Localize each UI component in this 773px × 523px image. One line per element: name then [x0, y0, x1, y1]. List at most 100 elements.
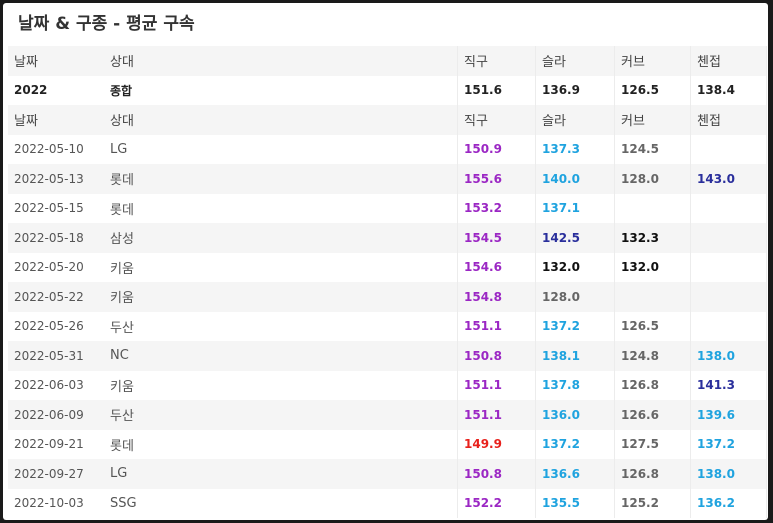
row-curve-speed: 126.8	[615, 459, 691, 489]
row-fastball-speed: 151.1	[458, 311, 536, 341]
row-changeup-speed	[691, 252, 767, 282]
row-opponent: 두산	[104, 311, 458, 341]
row-slider-speed: 138.1	[536, 341, 615, 371]
table-row: 2022-05-22 키움 154.8 128.0	[8, 282, 767, 312]
row-changeup-speed: 139.6	[691, 400, 767, 430]
row-date: 2022-05-26	[14, 319, 84, 334]
row-curve-speed: 124.5	[615, 134, 691, 164]
header-curve: 커브	[615, 46, 691, 76]
row-curve-speed: 128.0	[615, 164, 691, 194]
pitch-speed-panel: 날짜 & 구종 - 평균 구속 날짜 상대 직구 슬라 커브 첸접 2022 종…	[3, 3, 768, 520]
header-fastball: 직구	[458, 46, 536, 76]
table-row: 2022-05-15 롯데 153.2 137.1	[8, 193, 767, 223]
row-fastball-speed: 153.2	[458, 193, 536, 223]
row-slider-speed: 135.5	[536, 488, 615, 518]
row-curve-speed: 132.3	[615, 223, 691, 253]
table-row: 2022-06-03 키움 151.1 137.8 126.8 141.3	[8, 370, 767, 400]
row-changeup-speed	[691, 193, 767, 223]
row-opponent: 롯데	[104, 193, 458, 223]
row-changeup-speed	[691, 311, 767, 341]
row-slider-speed: 137.2	[536, 429, 615, 459]
row-opponent: 키움	[104, 282, 458, 312]
row-curve-speed: 125.2	[615, 488, 691, 518]
table-header-row: 날짜 상대 직구 슬라 커브 첸접	[8, 46, 767, 76]
row-opponent: 롯데	[104, 429, 458, 459]
table-row: 2022-05-26 두산 151.1 137.2 126.5	[8, 311, 767, 341]
table-row: 2022-10-03 SSG 152.2 135.5 125.2 136.2	[8, 488, 767, 518]
row-date: 2022-09-27	[14, 466, 84, 481]
row-opponent: 삼성	[104, 223, 458, 253]
row-changeup-speed: 143.0	[691, 164, 767, 194]
header-fastball: 직구	[458, 105, 536, 135]
row-opponent: SSG	[104, 488, 458, 518]
row-date: 2022-05-13	[14, 171, 84, 186]
row-date: 2022-06-09	[14, 407, 84, 422]
summary-row: 2022 종합 151.6 136.9 126.5 138.4	[8, 75, 767, 105]
row-date: 2022-05-10	[14, 142, 84, 157]
row-changeup-speed: 138.0	[691, 459, 767, 489]
header-date: 날짜	[14, 114, 38, 130]
panel-title: 날짜 & 구종 - 평균 구속	[18, 14, 195, 34]
summary-fastball: 151.6	[458, 75, 536, 105]
row-slider-speed: 136.0	[536, 400, 615, 430]
row-curve-speed: 124.8	[615, 341, 691, 371]
header-date: 날짜	[14, 55, 38, 71]
row-date: 2022-09-21	[14, 437, 84, 452]
row-fastball-speed: 155.6	[458, 164, 536, 194]
table-body: 2022-05-10 LG 150.9 137.3 124.5 2022-05-13 롯데 1…	[8, 134, 767, 518]
row-slider-speed: 128.0	[536, 282, 615, 312]
row-fastball-speed: 149.9	[458, 429, 536, 459]
summary-slider: 136.9	[536, 75, 615, 105]
speed-table: 날짜 상대 직구 슬라 커브 첸접 2022 종합 151.6 136.9 12…	[8, 46, 767, 518]
row-slider-speed: 142.5	[536, 223, 615, 253]
row-opponent: 키움	[104, 370, 458, 400]
row-curve-speed: 126.6	[615, 400, 691, 430]
row-date: 2022-10-03	[14, 496, 84, 511]
row-date: 2022-05-22	[14, 289, 84, 304]
summary-changeup: 138.4	[691, 75, 767, 105]
row-date: 2022-05-20	[14, 260, 84, 275]
row-date: 2022-05-18	[14, 230, 84, 245]
row-curve-speed: 126.8	[615, 370, 691, 400]
header-curve: 커브	[615, 105, 691, 135]
row-fastball-speed: 150.9	[458, 134, 536, 164]
row-fastball-speed: 154.5	[458, 223, 536, 253]
row-slider-speed: 137.3	[536, 134, 615, 164]
table-row: 2022-05-31 NC 150.8 138.1 124.8 138.0	[8, 341, 767, 371]
row-opponent: 롯데	[104, 164, 458, 194]
row-changeup-speed: 137.2	[691, 429, 767, 459]
row-opponent: LG	[104, 134, 458, 164]
row-changeup-speed	[691, 134, 767, 164]
row-slider-speed: 136.6	[536, 459, 615, 489]
row-opponent: 키움	[104, 252, 458, 282]
table-row: 2022-09-27 LG 150.8 136.6 126.8 138.0	[8, 459, 767, 489]
row-changeup-speed	[691, 282, 767, 312]
header-opponent: 상대	[104, 46, 458, 76]
header-changeup: 첸접	[691, 105, 767, 135]
table-row: 2022-05-13 롯데 155.6 140.0 128.0 143.0	[8, 164, 767, 194]
table-row: 2022-06-09 두산 151.1 136.0 126.6 139.6	[8, 400, 767, 430]
row-slider-speed: 132.0	[536, 252, 615, 282]
table-row: 2022-05-10 LG 150.9 137.3 124.5	[8, 134, 767, 164]
row-curve-speed: 127.5	[615, 429, 691, 459]
row-date: 2022-06-03	[14, 378, 84, 393]
row-opponent: NC	[104, 341, 458, 371]
row-slider-speed: 137.8	[536, 370, 615, 400]
row-curve-speed	[615, 193, 691, 223]
row-slider-speed: 137.2	[536, 311, 615, 341]
row-slider-speed: 140.0	[536, 164, 615, 194]
row-fastball-speed: 154.6	[458, 252, 536, 282]
row-changeup-speed: 138.0	[691, 341, 767, 371]
table-row: 2022-05-20 키움 154.6 132.0 132.0	[8, 252, 767, 282]
row-curve-speed: 126.5	[615, 311, 691, 341]
row-date: 2022-05-15	[14, 201, 84, 216]
row-fastball-speed: 151.1	[458, 400, 536, 430]
row-fastball-speed: 151.1	[458, 370, 536, 400]
header-opponent: 상대	[104, 105, 458, 135]
row-opponent: 두산	[104, 400, 458, 430]
header-changeup: 첸접	[691, 46, 767, 76]
table-row: 2022-05-18 삼성 154.5 142.5 132.3	[8, 223, 767, 253]
summary-curve: 126.5	[615, 75, 691, 105]
summary-label: 종합	[104, 75, 458, 105]
header-slider: 슬라	[536, 46, 615, 76]
